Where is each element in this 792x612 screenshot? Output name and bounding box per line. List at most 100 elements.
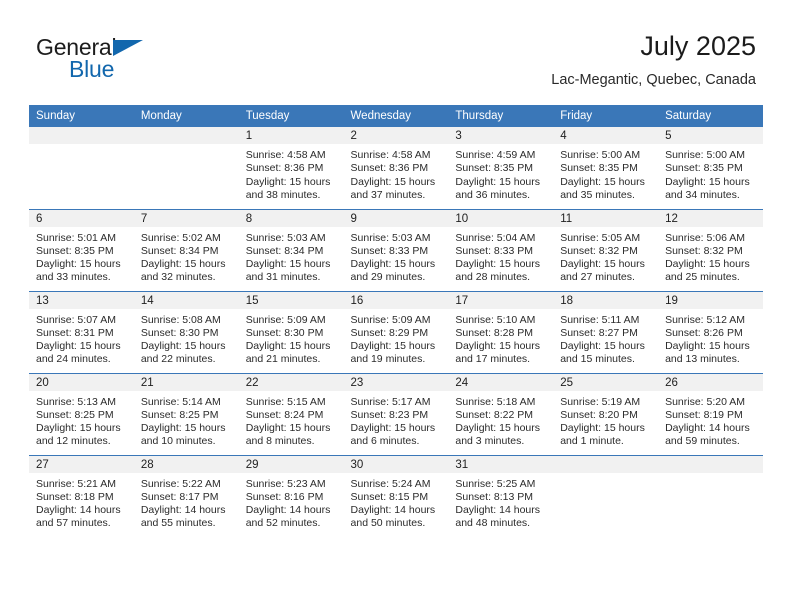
- calendar-day-cell[interactable]: 29 Sunrise: 5:23 AM Sunset: 8:16 PM Dayligh…: [238, 454, 344, 537]
- calendar-day-cell[interactable]: 24 Sunrise: 5:18 AM Sunset: 8:22 PM Dayligh…: [448, 372, 554, 455]
- calendar-cell-inner: 7 Sunrise: 5:02 AM Sunset: 8:34 PM Daylight…: [133, 209, 239, 291]
- sunset-text: Sunset: 8:16 PM: [245, 490, 324, 503]
- day-number: 29: [238, 455, 344, 473]
- calendar-day-cell[interactable]: 27 Sunrise: 5:21 AM Sunset: 8:18 PM Dayligh…: [29, 454, 134, 537]
- calendar-day-cell[interactable]: 30 Sunrise: 5:24 AM Sunset: 8:15 PM Dayligh…: [343, 454, 449, 537]
- calendar-day-cell[interactable]: 9 Sunrise: 5:03 AM Sunset: 8:33 PM Daylight…: [343, 208, 449, 291]
- calendar-day-cell[interactable]: 2 Sunrise: 4:58 AM Sunset: 8:36 PM Daylight…: [343, 127, 449, 209]
- calendar-cell-inner: 23 Sunrise: 5:17 AM Sunset: 8:23 PM Dayligh…: [343, 373, 449, 455]
- sunrise-text: Sunrise: 4:58 AM: [245, 149, 326, 161]
- calendar-cell-inner: [29, 127, 134, 209]
- day-details: Sunrise: 5:03 AM Sunset: 8:34 PM Daylight:…: [239, 227, 344, 285]
- day-details: Sunrise: 5:20 AM Sunset: 8:19 PM Daylight:…: [658, 391, 763, 449]
- daylight-text: Daylight: 15 hours and 29 minutes.: [350, 258, 436, 284]
- general-blue-logo: General Blue: [36, 30, 216, 90]
- calendar-day-cell[interactable]: 12 Sunrise: 5:06 AM Sunset: 8:32 PM Dayligh…: [658, 208, 763, 291]
- day-number: 4: [553, 127, 659, 144]
- calendar-day-cell[interactable]: 10 Sunrise: 5:04 AM Sunset: 8:33 PM Dayligh…: [448, 208, 554, 291]
- sunset-text: Sunset: 8:30 PM: [245, 326, 324, 339]
- calendar-cell-inner: 20 Sunrise: 5:13 AM Sunset: 8:25 PM Dayligh…: [29, 373, 134, 455]
- calendar-day-cell[interactable]: 8 Sunrise: 5:03 AM Sunset: 8:34 PM Daylight…: [238, 208, 344, 291]
- weekday-header-tuesday: Tuesday: [238, 105, 344, 127]
- day-details: Sunrise: 5:06 AM Sunset: 8:32 PM Daylight:…: [658, 227, 763, 285]
- calendar-day-cell[interactable]: 21 Sunrise: 5:14 AM Sunset: 8:25 PM Dayligh…: [133, 372, 239, 455]
- sunrise-text: Sunrise: 5:23 AM: [245, 477, 326, 490]
- calendar-day-cell[interactable]: 6 Sunrise: 5:01 AM Sunset: 8:35 PM Daylight…: [29, 208, 134, 291]
- sunset-text: Sunset: 8:20 PM: [560, 408, 638, 421]
- calendar-day-cell[interactable]: 23 Sunrise: 5:17 AM Sunset: 8:23 PM Dayligh…: [343, 372, 449, 455]
- day-details: Sunrise: 5:00 AM Sunset: 8:35 PM Daylight:…: [658, 144, 763, 202]
- daylight-text: Daylight: 15 hours and 38 minutes.: [245, 175, 331, 201]
- daylight-text: Daylight: 15 hours and 13 minutes.: [665, 340, 750, 366]
- sunset-text: Sunset: 8:13 PM: [455, 490, 534, 503]
- daylight-text: Daylight: 15 hours and 1 minute.: [560, 422, 645, 448]
- calendar-day-cell[interactable]: 15 Sunrise: 5:09 AM Sunset: 8:30 PM Dayligh…: [238, 290, 344, 373]
- sunrise-text: Sunrise: 5:04 AM: [455, 231, 536, 244]
- day-number: 30: [343, 455, 449, 473]
- calendar-day-cell[interactable]: 26 Sunrise: 5:20 AM Sunset: 8:19 PM Dayligh…: [658, 372, 763, 455]
- sunset-text: Sunset: 8:17 PM: [140, 490, 219, 503]
- calendar-day-cell[interactable]: 31 Sunrise: 5:25 AM Sunset: 8:13 PM Dayligh…: [448, 454, 554, 537]
- calendar-cell-inner: 5 Sunrise: 5:00 AM Sunset: 8:35 PM Daylight…: [658, 127, 763, 209]
- calendar-cell-inner: 19 Sunrise: 5:12 AM Sunset: 8:26 PM Dayligh…: [658, 291, 763, 373]
- sunset-text: Sunset: 8:35 PM: [455, 162, 534, 175]
- day-details: Sunrise: 5:24 AM Sunset: 8:15 PM Daylight:…: [344, 473, 449, 531]
- day-number: 21: [133, 373, 239, 391]
- day-number: 14: [133, 291, 239, 309]
- weekday-header-monday: Monday: [133, 105, 239, 127]
- sunset-text: Sunset: 8:27 PM: [560, 326, 638, 339]
- day-details: Sunrise: 5:08 AM Sunset: 8:30 PM Daylight:…: [134, 309, 239, 367]
- sunset-text: Sunset: 8:34 PM: [245, 244, 324, 257]
- page-header: General Blue July 2025 Lac-Megantic, Que…: [0, 30, 792, 102]
- calendar-day-cell[interactable]: 7 Sunrise: 5:02 AM Sunset: 8:34 PM Daylight…: [133, 208, 239, 291]
- sunset-text: Sunset: 8:30 PM: [140, 326, 219, 339]
- calendar-day-cell[interactable]: 14 Sunrise: 5:08 AM Sunset: 8:30 PM Dayligh…: [133, 290, 239, 373]
- day-number: 28: [133, 455, 239, 473]
- day-number: 24: [448, 373, 554, 391]
- day-number: 11: [553, 209, 659, 227]
- calendar-day-cell[interactable]: 13 Sunrise: 5:07 AM Sunset: 8:31 PM Dayligh…: [29, 290, 134, 373]
- calendar-day-cell[interactable]: 5 Sunrise: 5:00 AM Sunset: 8:35 PM Daylight…: [658, 127, 763, 209]
- calendar-cell-inner: [133, 127, 239, 209]
- daylight-text: Daylight: 15 hours and 36 minutes.: [455, 175, 541, 201]
- day-details: Sunrise: 5:19 AM Sunset: 8:20 PM Daylight:…: [553, 391, 658, 449]
- sunset-text: Sunset: 8:22 PM: [455, 408, 534, 421]
- sunrise-text: Sunrise: 5:17 AM: [350, 395, 431, 408]
- calendar-day-cell[interactable]: 18 Sunrise: 5:11 AM Sunset: 8:27 PM Dayligh…: [553, 290, 659, 373]
- day-number: 7: [133, 209, 239, 227]
- calendar-day-cell[interactable]: 3 Sunrise: 4:59 AM Sunset: 8:35 PM Daylight…: [448, 127, 554, 209]
- calendar-day-cell[interactable]: 22 Sunrise: 5:15 AM Sunset: 8:24 PM Dayligh…: [238, 372, 344, 455]
- sunset-text: Sunset: 8:26 PM: [665, 326, 743, 339]
- day-details: Sunrise: 5:00 AM Sunset: 8:35 PM Daylight:…: [553, 144, 658, 202]
- calendar-day-cell[interactable]: 28 Sunrise: 5:22 AM Sunset: 8:17 PM Dayligh…: [133, 454, 239, 537]
- calendar-day-cell[interactable]: 1 Sunrise: 4:58 AM Sunset: 8:36 PM Daylight…: [238, 127, 344, 209]
- daylight-text: Daylight: 15 hours and 25 minutes.: [665, 258, 750, 284]
- calendar-day-cell[interactable]: 25 Sunrise: 5:19 AM Sunset: 8:20 PM Dayligh…: [553, 372, 659, 455]
- sunset-text: Sunset: 8:32 PM: [665, 244, 743, 257]
- logo-word-blue: Blue: [69, 56, 115, 82]
- sunrise-text: Sunrise: 5:01 AM: [36, 231, 116, 244]
- sunrise-text: Sunrise: 5:13 AM: [36, 395, 116, 408]
- calendar-day-cell[interactable]: 19 Sunrise: 5:12 AM Sunset: 8:26 PM Dayligh…: [658, 290, 763, 373]
- calendar-day-cell[interactable]: 11 Sunrise: 5:05 AM Sunset: 8:32 PM Dayligh…: [553, 208, 659, 291]
- day-number: [658, 455, 763, 473]
- sunrise-text: Sunrise: 5:19 AM: [560, 395, 641, 408]
- weekday-header-sunday: Sunday: [29, 105, 134, 127]
- day-details: Sunrise: 5:12 AM Sunset: 8:26 PM Daylight:…: [658, 309, 763, 367]
- day-details: Sunrise: 5:03 AM Sunset: 8:33 PM Daylight:…: [344, 227, 449, 285]
- day-details: Sunrise: 5:17 AM Sunset: 8:23 PM Daylight:…: [344, 391, 449, 449]
- calendar-day-cell[interactable]: 4 Sunrise: 5:00 AM Sunset: 8:35 PM Daylight…: [553, 127, 659, 209]
- calendar-cell-inner: 10 Sunrise: 5:04 AM Sunset: 8:33 PM Dayligh…: [448, 209, 554, 291]
- day-details: Sunrise: 5:09 AM Sunset: 8:30 PM Daylight:…: [239, 309, 344, 367]
- sunset-text: Sunset: 8:25 PM: [36, 408, 114, 421]
- day-details: Sunrise: 5:04 AM Sunset: 8:33 PM Daylight:…: [448, 227, 553, 285]
- calendar-cell-inner: 3 Sunrise: 4:59 AM Sunset: 8:35 PM Daylight…: [448, 127, 554, 209]
- calendar-day-cell[interactable]: 17 Sunrise: 5:10 AM Sunset: 8:28 PM Dayligh…: [448, 290, 554, 373]
- calendar-day-cell[interactable]: 16 Sunrise: 5:09 AM Sunset: 8:29 PM Dayligh…: [343, 290, 449, 373]
- daylight-text: Daylight: 15 hours and 10 minutes.: [140, 422, 226, 448]
- sunrise-text: Sunrise: 5:09 AM: [350, 313, 431, 326]
- daylight-text: Daylight: 15 hours and 27 minutes.: [560, 258, 645, 284]
- calendar-cell-inner: 18 Sunrise: 5:11 AM Sunset: 8:27 PM Dayligh…: [553, 291, 659, 373]
- calendar-day-cell[interactable]: 20 Sunrise: 5:13 AM Sunset: 8:25 PM Dayligh…: [29, 372, 134, 455]
- sunrise-text: Sunrise: 5:22 AM: [140, 477, 221, 490]
